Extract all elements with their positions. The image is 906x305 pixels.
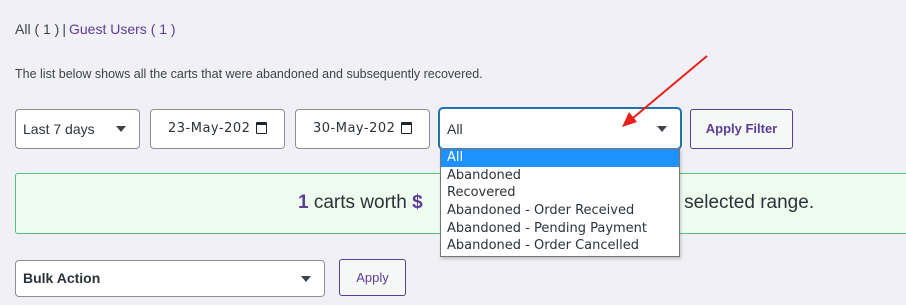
chevron-down-icon — [657, 126, 667, 132]
dropdown-option-all[interactable]: All — [441, 149, 679, 167]
date-range-select[interactable]: Last 7 days — [15, 109, 140, 149]
filter-separator: | — [62, 21, 66, 37]
end-date-value: 30-May-202 — [313, 121, 396, 136]
dropdown-option-order-received[interactable]: Abandoned - Order Received — [441, 202, 679, 220]
calendar-icon[interactable] — [256, 122, 267, 134]
start-date-input[interactable]: 23-May-202 — [150, 109, 285, 149]
cart-status-dropdown-list: All Abandoned Recovered Abandoned - Orde… — [440, 148, 680, 257]
end-date-input[interactable]: 30-May-202 — [295, 109, 430, 149]
currency-symbol: $ — [412, 192, 423, 213]
dropdown-option-abandoned[interactable]: Abandoned — [441, 167, 679, 185]
cart-count: 1 — [298, 192, 309, 213]
filter-guest-users-link[interactable]: Guest Users ( 1 ) — [69, 21, 176, 37]
chevron-down-icon — [116, 126, 126, 132]
start-date-value: 23-May-202 — [168, 121, 251, 136]
dropdown-option-order-cancelled[interactable]: Abandoned - Order Cancelled — [441, 237, 679, 255]
cart-status-select[interactable]: All — [439, 108, 681, 149]
filter-nav: All ( 1 ) | Guest Users ( 1 ) — [15, 21, 176, 37]
calendar-icon[interactable] — [401, 122, 412, 134]
bulk-action-value: Bulk Action — [23, 270, 101, 286]
apply-filter-button[interactable]: Apply Filter — [690, 109, 793, 149]
filter-all-link[interactable]: All ( 1 ) — [15, 21, 59, 37]
dropdown-option-recovered[interactable]: Recovered — [441, 184, 679, 202]
date-range-value: Last 7 days — [23, 121, 95, 137]
apply-button[interactable]: Apply — [339, 259, 406, 296]
bulk-action-select[interactable]: Bulk Action — [15, 260, 325, 297]
cart-status-value: All — [447, 121, 463, 137]
dropdown-option-pending-payment[interactable]: Abandoned - Pending Payment — [441, 220, 679, 238]
page-description: The list below shows all the carts that … — [15, 67, 483, 81]
chevron-down-icon — [301, 276, 311, 282]
